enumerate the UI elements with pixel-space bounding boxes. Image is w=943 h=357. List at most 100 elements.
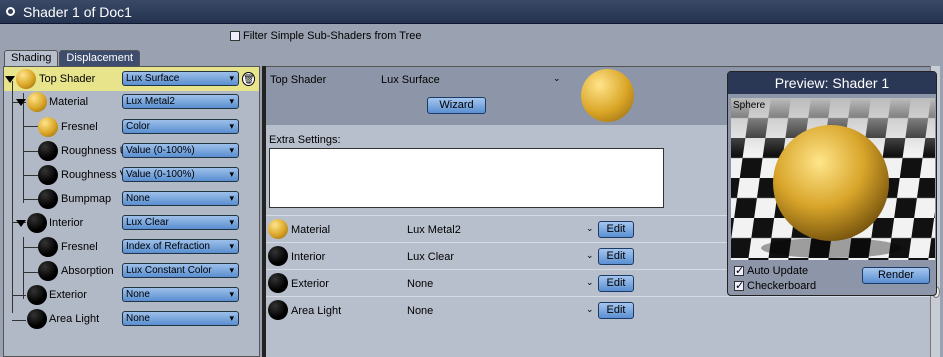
area-light-dropdown[interactable]: None ▾ (122, 311, 239, 326)
tree-label: Exterior (49, 289, 87, 301)
chevron-down-icon: ▾ (229, 313, 234, 323)
auto-update-checkbox[interactable]: Auto Update (734, 264, 809, 277)
black-sphere-icon (27, 213, 47, 233)
row-value[interactable]: Lux Clear (407, 251, 454, 263)
chevron-down-icon: ▾ (229, 145, 234, 155)
black-sphere-icon (38, 261, 58, 281)
chevron-down-icon[interactable]: ⌄ (553, 73, 561, 84)
tree-label: Top Shader (39, 73, 96, 85)
chevron-down-icon: ▾ (229, 241, 234, 251)
preview-window: Preview: Shader 1 Sphere ✓ Auto Update ✓… (727, 71, 937, 296)
chevron-down-icon[interactable]: ⌄ (586, 250, 594, 261)
dropdown-value: Lux Metal2 (126, 96, 175, 107)
collapse-triangle-icon[interactable] (16, 220, 26, 227)
interior-dropdown[interactable]: Lux Clear ▾ (122, 215, 239, 230)
trash-icon[interactable]: 🗑 (242, 72, 255, 86)
bumpmap-dropdown[interactable]: None ▾ (122, 191, 239, 206)
black-sphere-icon (268, 273, 288, 293)
window-menu-icon[interactable] (6, 7, 15, 16)
chevron-down-icon[interactable]: ⌄ (586, 223, 594, 234)
checkbox-icon[interactable] (230, 31, 240, 41)
tree-label: Interior (49, 217, 84, 229)
material-dropdown[interactable]: Lux Metal2 ▾ (122, 94, 239, 109)
top-shader-value[interactable]: Lux Surface (381, 74, 440, 86)
row-label: Interior (291, 251, 326, 263)
row-area-light: Area Light None ⌄ Edit (266, 296, 936, 323)
chevron-down-icon[interactable]: ⌄ (586, 304, 594, 315)
dropdown-value: Index of Refraction (126, 241, 210, 252)
title-bar: Shader 1 of Doc1 (0, 0, 943, 24)
tree-node-fresnel[interactable]: Fresnel Color ▾ (4, 115, 259, 139)
auto-update-label: Auto Update (747, 265, 809, 277)
extra-settings-field[interactable] (269, 148, 664, 208)
tree-node-roughness-u[interactable]: Roughness U Value (0-100%) ▾ (4, 139, 259, 163)
edit-material-button[interactable]: Edit (598, 221, 634, 238)
chevron-down-icon: ▾ (229, 96, 234, 106)
checkbox-icon[interactable] (734, 279, 744, 292)
tree-node-absorption[interactable]: Absorption Lux Constant Color ▾ (4, 259, 259, 283)
interior-fresnel-dropdown[interactable]: Index of Refraction ▾ (122, 239, 239, 254)
tree-node-interior[interactable]: Interior Lux Clear ▾ (4, 211, 259, 235)
black-sphere-icon (268, 246, 288, 266)
absorption-dropdown[interactable]: Lux Constant Color ▾ (122, 263, 239, 278)
tree-label: Absorption (61, 265, 114, 277)
dropdown-value: Value (0-100%) (126, 145, 195, 156)
collapse-triangle-icon[interactable] (5, 76, 15, 83)
tab-displacement[interactable]: Displacement (59, 50, 141, 66)
filter-label: Filter Simple Sub-Shaders from Tree (243, 30, 422, 42)
exterior-dropdown[interactable]: None ▾ (122, 287, 239, 302)
checkbox-icon[interactable] (734, 264, 744, 277)
fresnel-dropdown[interactable]: Color ▾ (122, 119, 239, 134)
top-shader-dropdown[interactable]: Lux Surface ▾ (122, 71, 239, 86)
black-sphere-icon (38, 237, 58, 257)
shader-tabs: Shading Displacement (4, 50, 141, 66)
roughness-v-dropdown[interactable]: Value (0-100%) ▾ (122, 167, 239, 182)
row-value[interactable]: None (407, 278, 433, 290)
dropdown-value: None (126, 289, 150, 300)
dropdown-value: Lux Surface (126, 73, 180, 84)
tab-shading[interactable]: Shading (4, 50, 59, 66)
row-label: Exterior (291, 278, 329, 290)
dropdown-value: None (126, 313, 150, 324)
tree-label: Roughness U (61, 145, 128, 157)
edit-area-light-button[interactable]: Edit (598, 302, 634, 319)
chevron-down-icon[interactable]: ⌄ (586, 277, 594, 288)
filter-simple-checkbox[interactable]: Filter Simple Sub-Shaders from Tree (230, 30, 422, 42)
tree-node-area-light[interactable]: Area Light None ▾ (4, 307, 259, 331)
chevron-down-icon: ▾ (229, 169, 234, 179)
checkerboard-label: Checkerboard (747, 280, 817, 292)
checkerboard-checkbox[interactable]: Checkerboard (734, 279, 817, 292)
dropdown-value: None (126, 193, 150, 204)
collapse-triangle-icon[interactable] (16, 99, 26, 106)
tree-node-bumpmap[interactable]: Bumpmap None ▾ (4, 187, 259, 211)
chevron-down-icon: ▾ (229, 73, 234, 83)
shader-thumbnail-sphere (581, 69, 634, 122)
tree-node-interior-fresnel[interactable]: Fresnel Index of Refraction ▾ (4, 235, 259, 259)
edit-exterior-button[interactable]: Edit (598, 275, 634, 292)
render-button[interactable]: Render (862, 267, 930, 284)
tree-node-top-shader[interactable]: Top Shader Lux Surface ▾ 🗑 (4, 67, 259, 91)
chevron-down-icon: ▾ (229, 121, 234, 131)
scene-label: Sphere (733, 100, 766, 111)
dropdown-value: Color (126, 121, 150, 132)
tree-node-material[interactable]: Material Lux Metal2 ▾ (4, 90, 259, 114)
black-sphere-icon (27, 285, 47, 305)
gold-sphere-icon (16, 69, 36, 89)
chevron-down-icon: ▾ (229, 289, 234, 299)
row-value[interactable]: None (407, 305, 433, 317)
black-sphere-icon (38, 189, 58, 209)
tree-node-roughness-v[interactable]: Roughness V Value (0-100%) ▾ (4, 163, 259, 187)
roughness-u-dropdown[interactable]: Value (0-100%) ▾ (122, 143, 239, 158)
dropdown-value: Lux Clear (126, 217, 169, 228)
preview-render: Sphere (731, 98, 935, 260)
edit-interior-button[interactable]: Edit (598, 248, 634, 265)
tree-label: Area Light (49, 313, 100, 325)
dropdown-value: Lux Constant Color (126, 265, 212, 276)
tree-node-exterior[interactable]: Exterior None ▾ (4, 283, 259, 307)
extra-settings-label: Extra Settings: (269, 134, 341, 146)
wizard-button[interactable]: Wizard (427, 97, 486, 114)
row-label: Area Light (291, 305, 342, 317)
row-value[interactable]: Lux Metal2 (407, 224, 461, 236)
render-image (731, 98, 935, 260)
chevron-down-icon: ▾ (229, 217, 234, 227)
